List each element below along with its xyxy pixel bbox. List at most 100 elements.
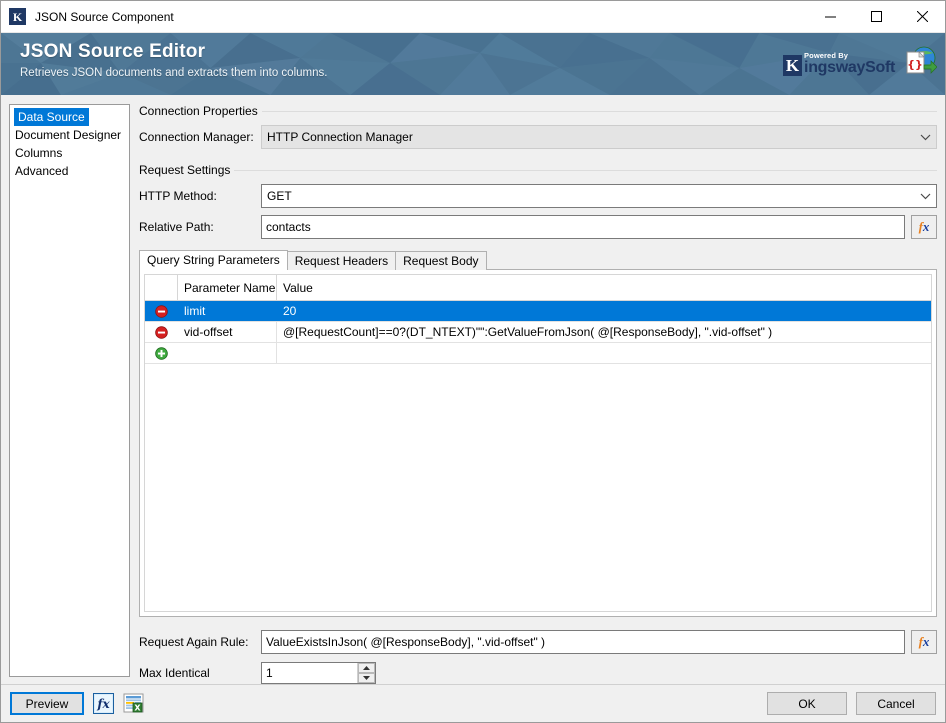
request-again-rule-input[interactable]: ValueExistsInJson( @[ResponseBody], ".vi…	[261, 630, 905, 654]
remove-row-button[interactable]	[145, 322, 178, 342]
svg-text:X: X	[134, 704, 141, 713]
json-source-editor-window: K JSON Source Component JSON Source Edit…	[0, 0, 946, 723]
ok-button[interactable]: OK	[767, 692, 847, 715]
json-globe-icon: {}	[906, 46, 937, 74]
close-icon	[916, 11, 928, 22]
cell-value[interactable]	[277, 343, 931, 363]
app-icon: K	[9, 8, 26, 25]
table-row[interactable]: vid-offset @[RequestCount]==0?(DT_NTEXT)…	[145, 322, 931, 343]
table-row-new[interactable]	[145, 343, 931, 364]
relative-path-row: Relative Path: contacts fx	[139, 215, 937, 239]
window-title: JSON Source Component	[35, 9, 174, 24]
brand-name-second: Soft	[865, 59, 895, 76]
maximize-button[interactable]	[853, 1, 899, 32]
tab-request-body[interactable]: Request Body	[395, 251, 487, 270]
grid-header-row: Parameter Name Value	[145, 275, 931, 301]
add-row-icon	[155, 346, 168, 360]
request-again-rule-expression-button[interactable]: fx	[911, 630, 937, 654]
sidebar-item-document-designer[interactable]: Document Designer	[11, 126, 128, 144]
svg-text:{}: {}	[907, 58, 923, 71]
max-identical-label: Max Identical	[139, 666, 210, 680]
table-row[interactable]: limit 20	[145, 301, 931, 322]
fx-icon[interactable]: fx	[93, 693, 114, 714]
relative-path-input[interactable]: contacts	[261, 215, 905, 239]
right-pane: Connection Properties Connection Manager…	[139, 104, 937, 684]
cancel-button[interactable]: Cancel	[856, 692, 936, 715]
chevron-up-icon	[363, 666, 370, 670]
brand-wordmark: Powered By ingswaySoft	[804, 50, 895, 77]
max-identical-value[interactable]: 1	[262, 666, 357, 680]
request-settings-label: Request Settings	[139, 163, 231, 177]
sidebar-item-advanced[interactable]: Advanced	[11, 162, 128, 180]
max-identical-row: Max Identical 1	[139, 662, 937, 684]
maximize-icon	[870, 11, 882, 22]
request-again-rule-label: Request Again Rule:	[139, 635, 249, 649]
page-navigation-list[interactable]: Data Source Document Designer Columns Ad…	[9, 104, 130, 677]
dialog-footer: Preview fx X OK Cancel	[1, 684, 945, 722]
sidebar-item-columns[interactable]: Columns	[11, 144, 128, 162]
cell-value[interactable]: @[RequestCount]==0?(DT_NTEXT)"":GetValue…	[277, 322, 931, 342]
add-row-button[interactable]	[145, 343, 178, 363]
request-again-rule-row: Request Again Rule: ValueExistsInJson( @…	[139, 630, 937, 654]
http-method-value: GET	[267, 189, 292, 203]
stepper-up-button[interactable]	[358, 663, 375, 673]
chevron-down-icon	[914, 134, 936, 141]
http-method-dropdown[interactable]: GET	[261, 184, 937, 208]
cell-parameter-name[interactable]: vid-offset	[178, 322, 277, 342]
connection-properties-label: Connection Properties	[139, 104, 258, 118]
brand-name-first: ingsway	[804, 59, 866, 76]
http-method-label: HTTP Method:	[139, 189, 217, 203]
sidebar-item-label: Data Source	[14, 108, 89, 126]
minimize-icon	[824, 16, 836, 18]
title-bar: K JSON Source Component	[1, 1, 945, 33]
http-method-row: HTTP Method: GET	[139, 184, 937, 208]
max-identical-control: 1	[261, 662, 937, 684]
request-again-section: Request Again Rule: ValueExistsInJson( @…	[139, 625, 937, 684]
tab-query-string-parameters[interactable]: Query String Parameters	[139, 250, 288, 270]
tab-request-headers[interactable]: Request Headers	[286, 251, 397, 270]
kingswaysoft-logo: K Powered By ingswaySoft	[783, 46, 895, 76]
query-string-parameters-panel: Parameter Name Value limit 20 vid-offset…	[139, 269, 937, 617]
fx-icon-x: x	[922, 634, 930, 649]
brand-block: K Powered By ingswaySoft {}	[783, 45, 937, 77]
preview-button[interactable]: Preview	[10, 692, 84, 715]
relative-path-expression-button[interactable]: fx	[911, 215, 937, 239]
remove-row-button[interactable]	[145, 301, 178, 321]
parameters-grid[interactable]: Parameter Name Value limit 20 vid-offset…	[144, 274, 932, 612]
max-identical-stepper[interactable]: 1	[261, 662, 376, 684]
http-method-control: GET	[261, 184, 937, 208]
remove-row-icon	[155, 325, 168, 339]
brand-k-icon: K	[783, 55, 803, 76]
connection-properties-group: Connection Properties Connection Manager…	[139, 104, 937, 149]
main-content: Data Source Document Designer Columns Ad…	[1, 95, 945, 684]
chevron-down-icon	[363, 676, 370, 680]
close-button[interactable]	[899, 1, 945, 32]
stepper-down-button[interactable]	[358, 673, 375, 683]
connection-manager-value: HTTP Connection Manager	[267, 130, 413, 144]
sidebar-item-data-source[interactable]: Data Source	[10, 108, 129, 126]
connection-manager-row: Connection Manager: HTTP Connection Mana…	[139, 125, 937, 149]
cell-parameter-name[interactable]: limit	[178, 301, 277, 321]
export-report-icon[interactable]: X	[123, 693, 144, 714]
grid-header-parameter-name: Parameter Name	[178, 275, 277, 300]
relative-path-label: Relative Path:	[139, 220, 214, 234]
request-again-rule-control: ValueExistsInJson( @[ResponseBody], ".vi…	[261, 630, 937, 654]
stepper-buttons	[357, 663, 375, 683]
grid-empty-area	[145, 364, 931, 611]
connection-manager-dropdown[interactable]: HTTP Connection Manager	[261, 125, 937, 149]
minimize-button[interactable]	[807, 1, 853, 32]
connection-manager-control: HTTP Connection Manager	[261, 125, 937, 149]
page-title: JSON Source Editor	[20, 41, 206, 62]
brand-powered-by: Powered By	[804, 50, 848, 60]
fx-icon-x: x	[922, 219, 930, 234]
editor-banner: JSON Source Editor Retrieves JSON docume…	[1, 33, 945, 95]
banner-text-block: JSON Source Editor Retrieves JSON docume…	[20, 41, 327, 79]
request-tabs: Query String Parameters Request Headers …	[139, 250, 937, 270]
grid-header-value: Value	[283, 280, 313, 295]
remove-row-icon	[155, 304, 168, 318]
cell-value[interactable]: 20	[277, 301, 931, 321]
chevron-down-icon	[914, 193, 936, 200]
cell-parameter-name[interactable]	[178, 343, 277, 363]
grid-header-selector	[145, 275, 178, 300]
connection-manager-label: Connection Manager:	[139, 130, 254, 144]
